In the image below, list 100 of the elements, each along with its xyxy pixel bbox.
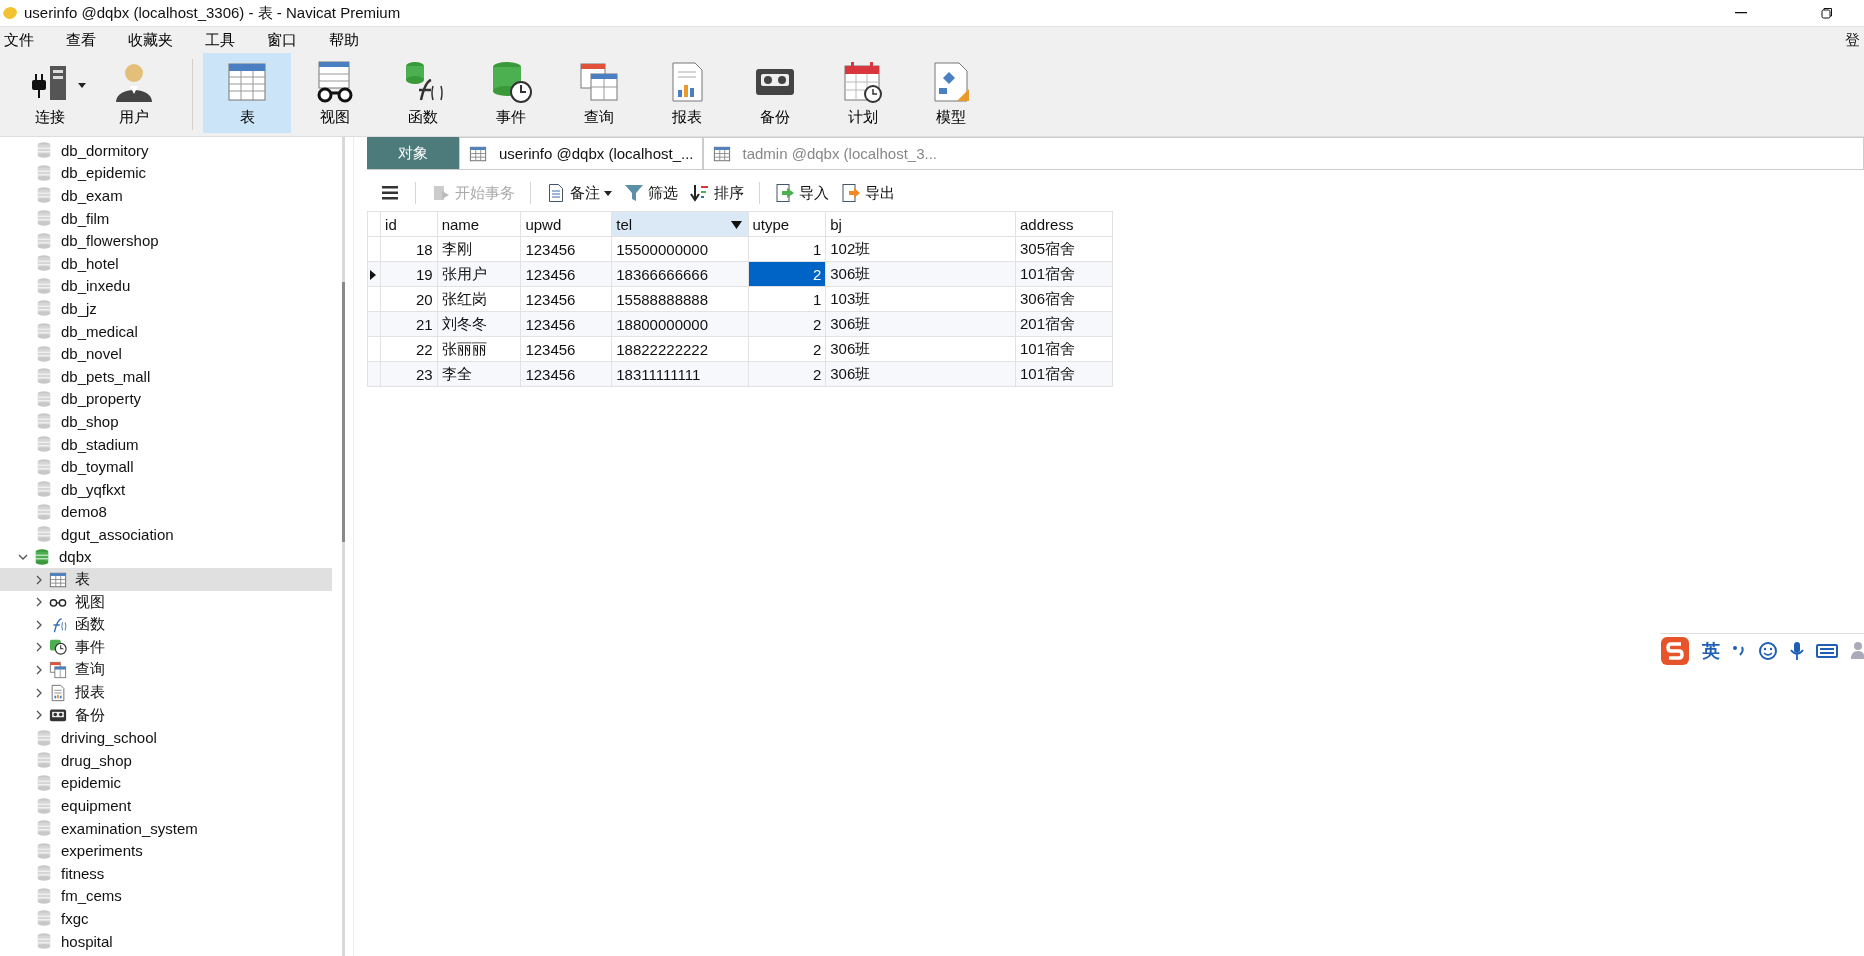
table-cell[interactable]: 123456 [520, 361, 612, 387]
table-cell[interactable]: 101宿舍 [1015, 261, 1113, 287]
toolbar-button[interactable]: 导出 [838, 181, 898, 205]
toolbar-button[interactable]: 函数 [379, 53, 467, 133]
database-item[interactable]: db_exam [0, 184, 332, 207]
chevron-icon[interactable] [34, 574, 44, 585]
table-cell[interactable]: 306班 [825, 261, 1016, 287]
tab[interactable]: 对象 [367, 137, 459, 169]
table-cell[interactable]: 103班 [825, 286, 1016, 312]
database-item[interactable]: db_toymall [0, 455, 332, 478]
tree-item[interactable]: 表 [0, 568, 332, 591]
database-item[interactable]: db_film [0, 206, 332, 230]
tree-item[interactable]: 函数 [0, 613, 332, 637]
menu-item[interactable]: 文件 [0, 30, 34, 50]
chevron-icon[interactable] [34, 597, 44, 608]
database-item[interactable]: db_dormitory [0, 139, 332, 162]
toolbar-button[interactable]: 查询 [555, 53, 643, 133]
database-item[interactable]: fm_cems [0, 884, 332, 908]
table-cell[interactable]: 306班 [825, 361, 1016, 387]
table-cell[interactable]: 102班 [825, 236, 1016, 262]
column-header[interactable]: utype [748, 211, 826, 237]
ime-mode-label[interactable]: 英 [1702, 639, 1720, 663]
database-item[interactable]: dqbx [0, 545, 332, 569]
database-item[interactable]: db_property [0, 387, 332, 411]
ime-logo-icon[interactable] [1660, 636, 1690, 666]
toolbar-button[interactable]: 筛选 [621, 181, 681, 205]
menu-item[interactable]: 工具 [201, 30, 235, 50]
database-item[interactable]: db_hotel [0, 251, 332, 275]
toolbar-button[interactable]: 视图 [291, 53, 379, 133]
toolbar-button[interactable]: 事件 [467, 53, 555, 133]
table-cell[interactable]: 18311111111 [611, 361, 748, 387]
database-item[interactable]: db_novel [0, 342, 332, 365]
database-item[interactable]: drug_shop [0, 749, 332, 772]
table-cell[interactable]: 22 [380, 336, 438, 362]
table-cell[interactable]: 刘冬冬 [437, 311, 521, 337]
table-cell[interactable]: 123456 [520, 261, 612, 287]
database-item[interactable]: equipment [0, 794, 332, 817]
table-cell[interactable]: 201宿舍 [1015, 311, 1113, 337]
toolbar-button[interactable]: 备份 [731, 53, 819, 133]
database-item[interactable]: dgut_association [0, 523, 332, 546]
database-item[interactable]: db_pets_mall [0, 364, 332, 388]
table-cell[interactable]: 18800000000 [611, 311, 748, 337]
emoji-icon[interactable] [1758, 641, 1778, 661]
menu-item[interactable]: 帮助 [325, 30, 359, 50]
table-cell[interactable]: 李刚 [437, 236, 521, 262]
tree-item[interactable]: 视图 [0, 590, 332, 614]
table-cell[interactable]: 306班 [825, 311, 1016, 337]
database-item[interactable]: db_epidemic [0, 161, 332, 185]
database-item[interactable]: db_stadium [0, 432, 332, 456]
database-item[interactable]: demo8 [0, 500, 332, 524]
tree-item[interactable]: 查询 [0, 658, 332, 682]
menu-item[interactable]: 收藏夹 [124, 30, 173, 50]
database-item[interactable]: db_jz [0, 297, 332, 320]
database-item[interactable]: hospital [0, 929, 332, 953]
database-item[interactable]: db_yqfkxt [0, 477, 332, 501]
chevron-icon[interactable] [34, 642, 44, 653]
database-item[interactable]: db_medical [0, 319, 332, 343]
keyboard-icon[interactable] [1816, 643, 1838, 659]
table-cell[interactable]: 15588888888 [611, 286, 748, 312]
tab[interactable]: userinfo @dqbx (localhost_... [459, 137, 703, 169]
table-cell[interactable]: 张丽丽 [437, 336, 521, 362]
table-cell[interactable]: 306班 [825, 336, 1016, 362]
login-link[interactable]: 登 [1845, 30, 1860, 50]
table-cell[interactable]: 15500000000 [611, 236, 748, 262]
menu-item[interactable]: 窗口 [263, 30, 297, 50]
column-header[interactable]: upwd [520, 211, 612, 237]
column-header[interactable]: tel [611, 211, 748, 237]
toolbar-button[interactable]: 模型 [907, 53, 995, 133]
table-cell[interactable]: 101宿舍 [1015, 361, 1113, 387]
toolbar-button[interactable]: 计划 [819, 53, 907, 133]
database-item[interactable]: fitness [0, 862, 332, 885]
microphone-icon[interactable] [1790, 641, 1804, 661]
dropdown-icon[interactable] [730, 221, 742, 229]
table-cell[interactable]: 18366666666 [611, 261, 748, 287]
table-cell[interactable]: 305宿舍 [1015, 236, 1113, 262]
table-cell[interactable]: 20 [380, 286, 438, 312]
table-cell[interactable]: 101宿舍 [1015, 336, 1113, 362]
table-cell[interactable]: 306宿舍 [1015, 286, 1113, 312]
database-item[interactable]: db_inxedu [0, 274, 332, 298]
chevron-icon[interactable] [34, 664, 44, 675]
table-cell[interactable]: 18 [380, 236, 438, 262]
database-item[interactable]: driving_school [0, 726, 332, 750]
table-cell[interactable]: 123456 [520, 286, 612, 312]
database-item[interactable]: epidemic [0, 771, 332, 795]
table-cell[interactable]: 123456 [520, 311, 612, 337]
toolbar-button[interactable]: 用户 [90, 53, 178, 133]
tree-item[interactable]: 事件 [0, 636, 332, 659]
chevron-icon[interactable] [18, 552, 28, 562]
scrollbar-thumb[interactable] [342, 282, 345, 542]
column-header[interactable]: bj [825, 211, 1016, 237]
column-header[interactable]: id [380, 211, 438, 237]
toolbar-button[interactable]: 导入 [772, 181, 832, 205]
toolbar-button[interactable]: 备注 [543, 181, 615, 205]
tab[interactable]: tadmin @dqbx (localhost_3... [702, 137, 1864, 169]
table-cell[interactable]: 张红岗 [437, 286, 521, 312]
table-cell[interactable]: 123456 [520, 336, 612, 362]
tree-item[interactable]: 报表 [0, 681, 332, 704]
chevron-icon[interactable] [34, 619, 44, 630]
chevron-icon[interactable] [34, 687, 44, 698]
database-item[interactable]: db_shop [0, 410, 332, 433]
